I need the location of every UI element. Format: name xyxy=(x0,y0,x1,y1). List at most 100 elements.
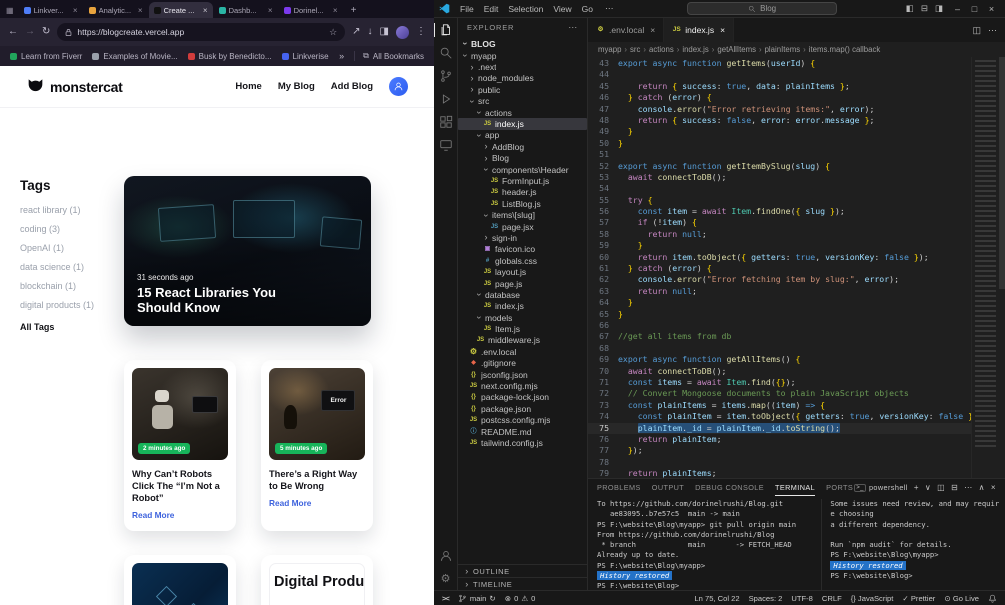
tree-file[interactable]: JS ListBlog.js xyxy=(458,198,587,209)
code-line[interactable]: 75 plainItem._id = plainItem._id.toStrin… xyxy=(588,422,971,434)
code-line[interactable]: 46 } catch (error) { xyxy=(588,92,971,103)
tree-file[interactable]: {} package.json xyxy=(458,403,587,414)
breadcrumb-item[interactable]: items.map() callback xyxy=(809,45,881,54)
breadcrumb-item[interactable]: index.js xyxy=(682,45,708,54)
tag-item[interactable]: OpenAI (1) xyxy=(20,243,118,253)
source-control-icon[interactable] xyxy=(434,69,458,83)
close-button[interactable]: × xyxy=(983,4,1000,14)
run-debug-icon[interactable] xyxy=(434,92,458,106)
panel-tab-problems[interactable]: PROBLEMS xyxy=(597,479,641,496)
tree-folder[interactable]: › myapp xyxy=(458,50,587,61)
bookmarks-overflow[interactable]: » xyxy=(339,51,344,61)
tab-close-icon[interactable]: × xyxy=(73,6,78,15)
all-bookmarks-button[interactable]: ⧉ All Bookmarks xyxy=(354,51,424,61)
tab-close-icon[interactable]: × xyxy=(203,6,208,15)
tree-folder[interactable]: › app xyxy=(458,130,587,141)
tag-item[interactable]: coding (3) xyxy=(20,224,118,234)
code-line[interactable]: 77 }); xyxy=(588,445,971,456)
minimize-button[interactable]: – xyxy=(949,4,966,14)
tab-close-icon[interactable]: × xyxy=(138,6,143,15)
menu-view[interactable]: View xyxy=(548,4,576,14)
code-line[interactable]: 58 return null; xyxy=(588,229,971,240)
editor-tab-index-js[interactable]: JS index.js × xyxy=(664,18,735,42)
tree-folder[interactable]: › database xyxy=(458,289,587,300)
breadcrumb-item[interactable]: actions xyxy=(649,45,674,54)
toggle-sidebar-icon[interactable]: ◧ xyxy=(906,3,914,14)
tab-close-icon[interactable]: × xyxy=(268,6,273,15)
tree-file[interactable]: ⚙ .env.local xyxy=(458,346,587,357)
tree-root-blog[interactable]: › BLOG xyxy=(458,37,587,50)
tree-file[interactable]: ▣ favicon.ico xyxy=(458,244,587,255)
maximize-button[interactable]: □ xyxy=(966,4,983,14)
tree-folder[interactable]: › Blog xyxy=(458,153,587,164)
browser-tab[interactable]: Dorinel... × xyxy=(279,2,343,18)
tab-search-icon[interactable]: ▦ xyxy=(3,6,17,15)
code-line[interactable]: 62 console.error("Error fetching item by… xyxy=(588,274,971,285)
panel-tab-output[interactable]: OUTPUT xyxy=(652,479,684,496)
explorer-more-icon[interactable]: ⋯ xyxy=(568,22,578,33)
tree-folder[interactable]: › AddBlog xyxy=(458,141,587,152)
all-tags-link[interactable]: All Tags xyxy=(20,322,118,332)
minimap[interactable] xyxy=(971,57,1005,478)
breadcrumb-item[interactable]: getAllItems xyxy=(717,45,756,54)
post-card[interactable] xyxy=(124,555,236,605)
panel-more-icon[interactable]: ⋯ xyxy=(964,483,972,492)
tree-folder[interactable]: › actions xyxy=(458,107,587,118)
settings-gear-icon[interactable]: ⚙ xyxy=(434,572,458,585)
remote-indicator[interactable]: >< xyxy=(442,594,450,603)
menu-more[interactable]: ⋯ xyxy=(600,3,619,14)
tree-folder[interactable]: › node_modules xyxy=(458,73,587,84)
tree-file[interactable]: JS Item.js xyxy=(458,323,587,334)
profile-avatar[interactable] xyxy=(396,25,409,39)
code-line[interactable]: 57 if (!item) { xyxy=(588,217,971,228)
browser-menu-icon[interactable]: ⋮ xyxy=(416,27,426,37)
close-panel-icon[interactable]: × xyxy=(991,483,996,492)
forward-button[interactable]: → xyxy=(25,27,35,37)
command-center-search[interactable]: Blog xyxy=(687,2,838,15)
search-icon[interactable] xyxy=(434,46,458,60)
tree-file[interactable]: JS header.js xyxy=(458,187,587,198)
new-terminal-icon[interactable]: + xyxy=(914,483,919,492)
user-avatar[interactable] xyxy=(389,77,408,96)
code-line[interactable]: 61 } catch (error) { xyxy=(588,263,971,274)
scrollbar[interactable] xyxy=(999,57,1005,289)
panel-tab-ports[interactable]: PORTS xyxy=(826,479,853,496)
tree-file[interactable]: JS postcss.config.mjs xyxy=(458,415,587,426)
menu-selection[interactable]: Selection xyxy=(503,4,548,14)
code-line[interactable]: 45 return { success: true, data: plainIt… xyxy=(588,81,971,92)
tab-close-icon[interactable]: × xyxy=(333,6,338,15)
back-button[interactable]: ← xyxy=(8,27,18,37)
tree-file[interactable]: JS page.js xyxy=(458,278,587,289)
code-line[interactable]: 60 return item.toObject({ getters: true,… xyxy=(588,252,971,263)
tree-folder[interactable]: › src xyxy=(458,96,587,107)
code-line[interactable]: 69 export async function getAllItems() { xyxy=(588,354,971,365)
panel-tab-terminal[interactable]: TERMINAL xyxy=(775,479,815,496)
tag-item[interactable]: digital products (1) xyxy=(20,300,118,310)
terminal-shell-label[interactable]: >_ powershell xyxy=(854,483,908,492)
menu-go[interactable]: Go xyxy=(577,4,598,14)
code-line[interactable]: 44 xyxy=(588,69,971,80)
address-bar[interactable]: https://blogcreate.vercel.app ☆ xyxy=(57,23,346,41)
nav-add-blog[interactable]: Add Blog xyxy=(331,81,373,92)
code-line[interactable]: 66 xyxy=(588,320,971,331)
code-line[interactable]: 49 } xyxy=(588,126,971,137)
code-line[interactable]: 47 console.error("Error retrieving items… xyxy=(588,104,971,115)
tab-close-icon[interactable]: × xyxy=(650,25,655,35)
code-line[interactable]: 67//get all items from db xyxy=(588,331,971,342)
tree-file[interactable]: JS FormInput.js xyxy=(458,175,587,186)
code-line[interactable]: 74 const plainItem = item.toObject({ get… xyxy=(588,411,971,422)
status-item[interactable]: ⊙ Go Live xyxy=(944,594,979,603)
code-line[interactable]: 63 return null; xyxy=(588,286,971,297)
tag-item[interactable]: data science (1) xyxy=(20,262,118,272)
panel-tab-debug-console[interactable]: DEBUG CONSOLE xyxy=(695,479,764,496)
code-line[interactable]: 48 return { success: false, error: error… xyxy=(588,115,971,126)
tree-file[interactable]: JS middleware.js xyxy=(458,335,587,346)
share-icon[interactable]: ↗ xyxy=(352,27,360,37)
code-line[interactable]: 71 const items = await Item.find({}); xyxy=(588,377,971,388)
toggle-secondary-sidebar-icon[interactable]: ◨ xyxy=(935,3,943,14)
bookmark-item[interactable]: Learn from Fiverr xyxy=(10,52,82,61)
bookmark-item[interactable]: Examples of Movie... xyxy=(92,52,178,61)
explorer-icon[interactable] xyxy=(433,23,458,37)
status-item[interactable]: Ln 75, Col 22 xyxy=(694,594,739,603)
browser-tab[interactable]: Analytic... × xyxy=(84,2,148,18)
